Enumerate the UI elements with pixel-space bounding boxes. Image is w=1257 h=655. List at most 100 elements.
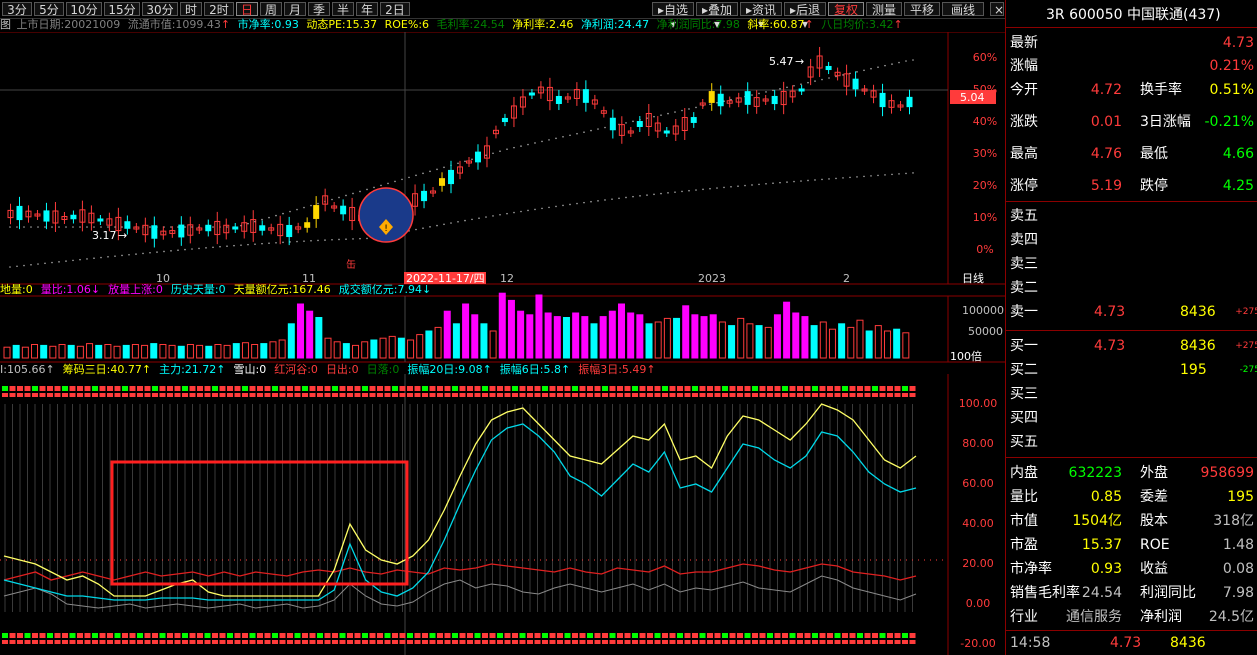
chart-prefix: 图: [0, 18, 11, 31]
action-6-button[interactable]: 平移: [904, 2, 940, 17]
action-7-button[interactable]: 画线: [942, 2, 984, 17]
volume-bar: [251, 344, 259, 359]
legend-item: 地量:0: [0, 283, 33, 296]
volume-bar: [186, 344, 194, 359]
volume-bar: [296, 303, 304, 359]
stat-row: 内盘 632223 外盘 958699: [1010, 465, 1254, 481]
volume-bar: [801, 316, 809, 359]
volume-bar: [599, 316, 607, 359]
period-12-button[interactable]: 年: [356, 2, 378, 17]
period-0-button[interactable]: 3分: [2, 2, 32, 17]
volume-bar: [691, 314, 699, 359]
volume-bar: [663, 317, 671, 359]
pct-tick: 0%: [976, 243, 993, 256]
period-8-button[interactable]: 周: [260, 2, 282, 17]
period-1-button[interactable]: 5分: [34, 2, 64, 17]
period-11-button[interactable]: 半: [332, 2, 354, 17]
period-6-button[interactable]: 2时: [204, 2, 234, 17]
period-5-button[interactable]: 时: [180, 2, 202, 17]
svg-text:!: !: [384, 224, 388, 234]
volume-bar: [645, 323, 653, 359]
volume-bar: [12, 344, 20, 359]
volume-bar: [425, 330, 433, 359]
volume-bar: [682, 305, 690, 359]
legend-item: 量比:1.06↓: [40, 283, 101, 296]
period-label: 日线: [962, 271, 984, 285]
volume-bar: [773, 314, 781, 359]
volume-bar: [856, 319, 864, 359]
tick-time: 14:58: [1010, 635, 1051, 651]
legend-item: 主力:21.72↑: [159, 363, 226, 376]
close-icon[interactable]: ×: [990, 2, 1004, 17]
candle: [448, 169, 455, 185]
stat-row: 销售毛利率 24.54 利润同比 7.98: [1010, 585, 1254, 601]
legend-item: 振幅6日:5.8↑: [499, 363, 571, 376]
candle: [708, 91, 715, 103]
candle: [286, 224, 293, 238]
period-2-button[interactable]: 10分: [66, 2, 102, 17]
period-9-button[interactable]: 月: [284, 2, 306, 17]
volume-bar: [517, 310, 525, 359]
period-10-button[interactable]: 季: [308, 2, 330, 17]
action-4-button[interactable]: 复权: [828, 2, 864, 17]
volume-bar: [205, 345, 213, 359]
pb-ratio: 市净率:0.93: [237, 18, 299, 31]
legend-item: 筹码三日:40.77↑: [62, 363, 152, 376]
period-13-button[interactable]: 2日: [380, 2, 410, 17]
volume-bar: [434, 326, 442, 359]
volume-bar: [287, 323, 295, 359]
volume-legend: 地量:0 量比:1.06↓ 放量上涨:0 历史天量:0 天量额亿元:167.46 成交额亿…: [0, 283, 948, 296]
volume-bar: [709, 314, 717, 359]
candle: [906, 96, 913, 108]
legend-item: 成交额亿元:7.94↓: [338, 283, 432, 296]
action-3-button[interactable]: ▸后退▾: [784, 2, 826, 31]
volume-bar: [95, 344, 103, 359]
signal-marker: 缶: [346, 258, 356, 271]
gross-margin: 毛利率:24.54: [436, 18, 505, 31]
buy-row: 买五: [1010, 434, 1038, 450]
candle: [663, 130, 670, 134]
tick-row: 14:58 4.73 8436: [1010, 632, 1254, 654]
chart-area[interactable]: ! 10 11 2022-11-17/四 12 2023 2 日线 缶 5.47…: [0, 32, 1005, 655]
candle: [717, 93, 724, 107]
indicator-lines: [0, 386, 945, 644]
candle: [582, 89, 589, 103]
action-2-button[interactable]: ▸资讯▾: [740, 2, 782, 31]
volume-bar: [883, 330, 891, 359]
volume-bar: [572, 312, 580, 359]
volume-bar: [407, 339, 415, 359]
low-price-label: 3.17: [92, 229, 117, 242]
volume-bar: [810, 325, 818, 359]
quote-row: 今开 4.72 换手率 0.51%: [1010, 82, 1254, 98]
period-3-button[interactable]: 15分: [104, 2, 140, 17]
legend-item: 放量上涨:0: [108, 283, 163, 296]
action-0-button[interactable]: ▸自选▾: [652, 2, 694, 31]
volume-bar: [865, 330, 873, 359]
sell-row: 卖二: [1010, 280, 1038, 296]
volume-bar: [223, 344, 231, 359]
action-5-button[interactable]: 测量: [866, 2, 902, 17]
candle: [798, 88, 805, 92]
candle: [474, 151, 481, 163]
pct-tick: 10%: [973, 211, 997, 224]
volume-bar: [673, 317, 681, 359]
roe: ROE%:6: [384, 18, 430, 31]
high-price-label: 5.47: [769, 55, 794, 68]
volume-bar: [535, 294, 543, 359]
candle: [771, 95, 778, 105]
legend-item: 振幅20日:9.08↑: [407, 363, 492, 376]
action-1-button[interactable]: ▸叠加▾: [696, 2, 738, 31]
period-7-button[interactable]: 日: [236, 2, 258, 17]
quote-panel: 3R 600050 中国联通(437) 14:58 4.73 8436 最新 4.…: [1005, 0, 1257, 655]
candlesticks: [7, 46, 913, 248]
legend-item: 日落:0: [366, 363, 400, 376]
legend-item: I:105.66↑: [0, 363, 55, 376]
volume-bar: [874, 325, 882, 359]
volume-bar: [507, 299, 515, 359]
volume-bar: [728, 325, 736, 359]
volume-bar: [131, 344, 139, 359]
period-4-button[interactable]: 30分: [142, 2, 178, 17]
svg-text:→: →: [795, 55, 804, 68]
volume-bars: [3, 292, 910, 359]
sell-row: 卖三: [1010, 256, 1038, 272]
